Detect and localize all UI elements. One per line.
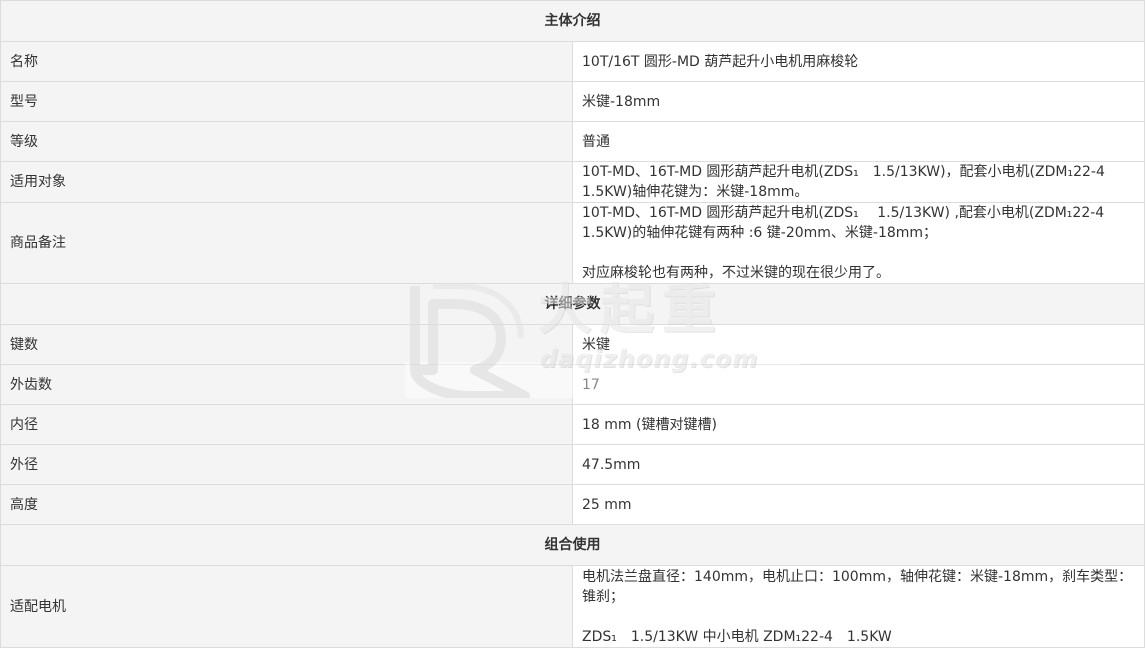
section-title-combo: 组合使用: [0, 524, 1145, 566]
spec-value: 25 mm: [572, 484, 1145, 525]
spec-label: 内径: [0, 404, 573, 445]
spec-label: 高度: [0, 484, 573, 525]
spec-row-outer-diameter: 外径 47.5mm: [0, 444, 1145, 485]
spec-row-inner-diameter: 内径 18 mm (键槽对键槽): [0, 404, 1145, 445]
spec-label: 外齿数: [0, 364, 573, 405]
spec-label: 等级: [0, 121, 573, 162]
spec-row-grade: 等级 普通: [0, 121, 1145, 162]
spec-row-model: 型号 米键-18mm: [0, 81, 1145, 122]
spec-value: 17: [572, 364, 1145, 405]
spec-value: 普通: [572, 121, 1145, 162]
spec-label: 商品备注: [0, 202, 573, 284]
spec-label: 适用对象: [0, 161, 573, 203]
spec-value: 电机法兰盘直径：140mm，电机止口：100mm，轴伸花键：米键-18mm，刹车…: [572, 565, 1145, 648]
spec-row-height: 高度 25 mm: [0, 484, 1145, 525]
section-row-details: 详细参数: [0, 283, 1145, 325]
section-title-intro: 主体介绍: [0, 0, 1145, 42]
spec-label: 型号: [0, 81, 573, 122]
spec-value: 米键: [572, 324, 1145, 365]
product-spec-table: 主体介绍 名称 10T/16T 圆形-MD 葫芦起升小电机用麻梭轮 型号 米键-…: [0, 0, 1145, 648]
spec-row-key-count: 键数 米键: [0, 324, 1145, 365]
spec-label: 外径: [0, 444, 573, 485]
remark-line: 10T-MD、16T-MD 圆形葫芦起升电机(ZDS₁ 1.5/13KW) ,配…: [582, 205, 1119, 241]
spec-row-remarks: 商品备注 10T-MD、16T-MD 圆形葫芦起升电机(ZDS₁ 1.5/13K…: [0, 202, 1145, 284]
spec-value: 米键-18mm: [572, 81, 1145, 122]
section-row-combo: 组合使用: [0, 524, 1145, 566]
spec-value: 10T-MD、16T-MD 圆形葫芦起升电机(ZDS₁ 1.5/13KW) ,配…: [572, 202, 1145, 284]
spec-row-applicable: 适用对象 10T-MD、16T-MD 圆形葫芦起升电机(ZDS₁ 1.5/13K…: [0, 161, 1145, 203]
spec-row-teeth: 外齿数 17: [0, 364, 1145, 405]
spec-value: 10T/16T 圆形-MD 葫芦起升小电机用麻梭轮: [572, 41, 1145, 82]
section-row-intro: 主体介绍: [0, 0, 1145, 42]
spec-row-compatible-motor: 适配电机 电机法兰盘直径：140mm，电机止口：100mm，轴伸花键：米键-18…: [0, 565, 1145, 648]
section-title-details: 详细参数: [0, 283, 1145, 325]
spec-label: 名称: [0, 41, 573, 82]
spec-label: 适配电机: [0, 565, 573, 648]
spec-label: 键数: [0, 324, 573, 365]
spec-value: 47.5mm: [572, 444, 1145, 485]
motor-line: 电机法兰盘直径：140mm，电机止口：100mm，轴伸花键：米键-18mm，刹车…: [582, 568, 1133, 605]
spec-row-name: 名称 10T/16T 圆形-MD 葫芦起升小电机用麻梭轮: [0, 41, 1145, 82]
remark-line: 对应麻梭轮也有两种，不过米键的现在很少用了。: [582, 265, 890, 281]
spec-value: 18 mm (键槽对键槽): [572, 404, 1145, 445]
spec-value: 10T-MD、16T-MD 圆形葫芦起升电机(ZDS₁ 1.5/13KW)，配套…: [572, 161, 1145, 203]
